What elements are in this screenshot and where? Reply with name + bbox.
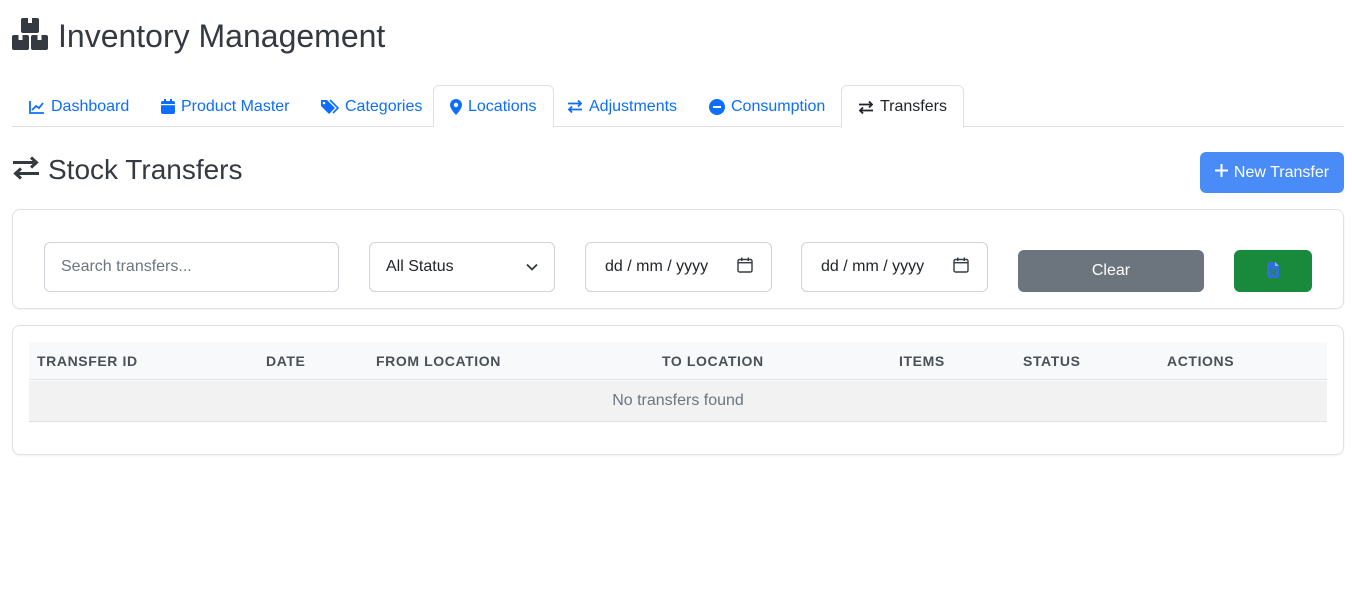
column-header[interactable]: TRANSFER ID — [37, 342, 138, 380]
page-title: Stock Transfers — [48, 154, 243, 185]
section-header: Stock Transfers — [12, 152, 243, 188]
date-to-input[interactable]: dd / mm / yyyy — [801, 242, 988, 292]
app-title: Inventory Management — [58, 17, 386, 54]
nav-tabs: Dashboard Product Master Categories Loca… — [12, 85, 1344, 128]
empty-state-row: No transfers found — [29, 381, 1327, 422]
column-header[interactable]: FROM LOCATION — [376, 342, 501, 380]
plus-icon — [1214, 163, 1228, 182]
clear-label: Clear — [1091, 262, 1131, 279]
calendar-icon[interactable] — [953, 257, 969, 278]
tab-label: Consumption — [731, 97, 826, 115]
date-to-placeholder: dd / mm / yyyy — [821, 258, 925, 275]
new-transfer-label: New Transfer — [1233, 163, 1330, 181]
date-from-placeholder: dd / mm / yyyy — [605, 258, 709, 275]
exchange-icon — [12, 155, 40, 186]
date-from-input[interactable]: dd / mm / yyyy — [585, 242, 772, 292]
tab-categories[interactable]: Categories — [304, 85, 439, 127]
tab-label: Adjustments — [589, 97, 678, 115]
new-transfer-button[interactable]: New Transfer — [1200, 152, 1344, 193]
tab-transfers[interactable]: Transfers — [841, 85, 964, 128]
chart-line-icon — [29, 100, 45, 114]
search-input[interactable] — [44, 242, 339, 292]
status-select[interactable]: All Status — [369, 242, 555, 292]
map-marker-icon — [450, 98, 462, 115]
exchange-icon — [567, 99, 583, 114]
file-excel-icon — [1267, 261, 1279, 281]
tab-label: Transfers — [880, 98, 947, 115]
tab-label: Dashboard — [51, 97, 130, 115]
status-select-value: All Status — [386, 258, 454, 275]
tab-label: Product Master — [181, 97, 290, 115]
boxes-icon — [12, 17, 48, 56]
column-header[interactable]: ACTIONS — [1167, 342, 1234, 380]
calendar-icon[interactable] — [737, 257, 753, 278]
tab-adjustments[interactable]: Adjustments — [550, 85, 694, 127]
tab-dashboard[interactable]: Dashboard — [12, 85, 146, 127]
minus-circle-icon — [709, 98, 725, 115]
tab-product-master[interactable]: Product Master — [144, 85, 306, 127]
exchange-icon — [858, 100, 874, 115]
chevron-down-icon — [526, 258, 538, 276]
column-header[interactable]: STATUS — [1023, 342, 1081, 380]
clear-button[interactable]: Clear — [1018, 250, 1204, 292]
app-header: Inventory Management — [12, 14, 385, 58]
tab-locations[interactable]: Locations — [433, 85, 554, 127]
calendar-icon — [161, 99, 175, 114]
export-excel-button[interactable] — [1234, 250, 1312, 292]
column-header[interactable]: DATE — [266, 342, 305, 380]
column-header[interactable]: ITEMS — [899, 342, 945, 380]
tab-label: Categories — [345, 97, 423, 115]
tab-consumption[interactable]: Consumption — [692, 85, 842, 127]
tab-label: Locations — [468, 97, 537, 115]
column-header[interactable]: TO LOCATION — [662, 342, 764, 380]
tags-icon — [321, 99, 339, 114]
table-header: TRANSFER ID DATE FROM LOCATION TO LOCATI… — [29, 342, 1327, 380]
